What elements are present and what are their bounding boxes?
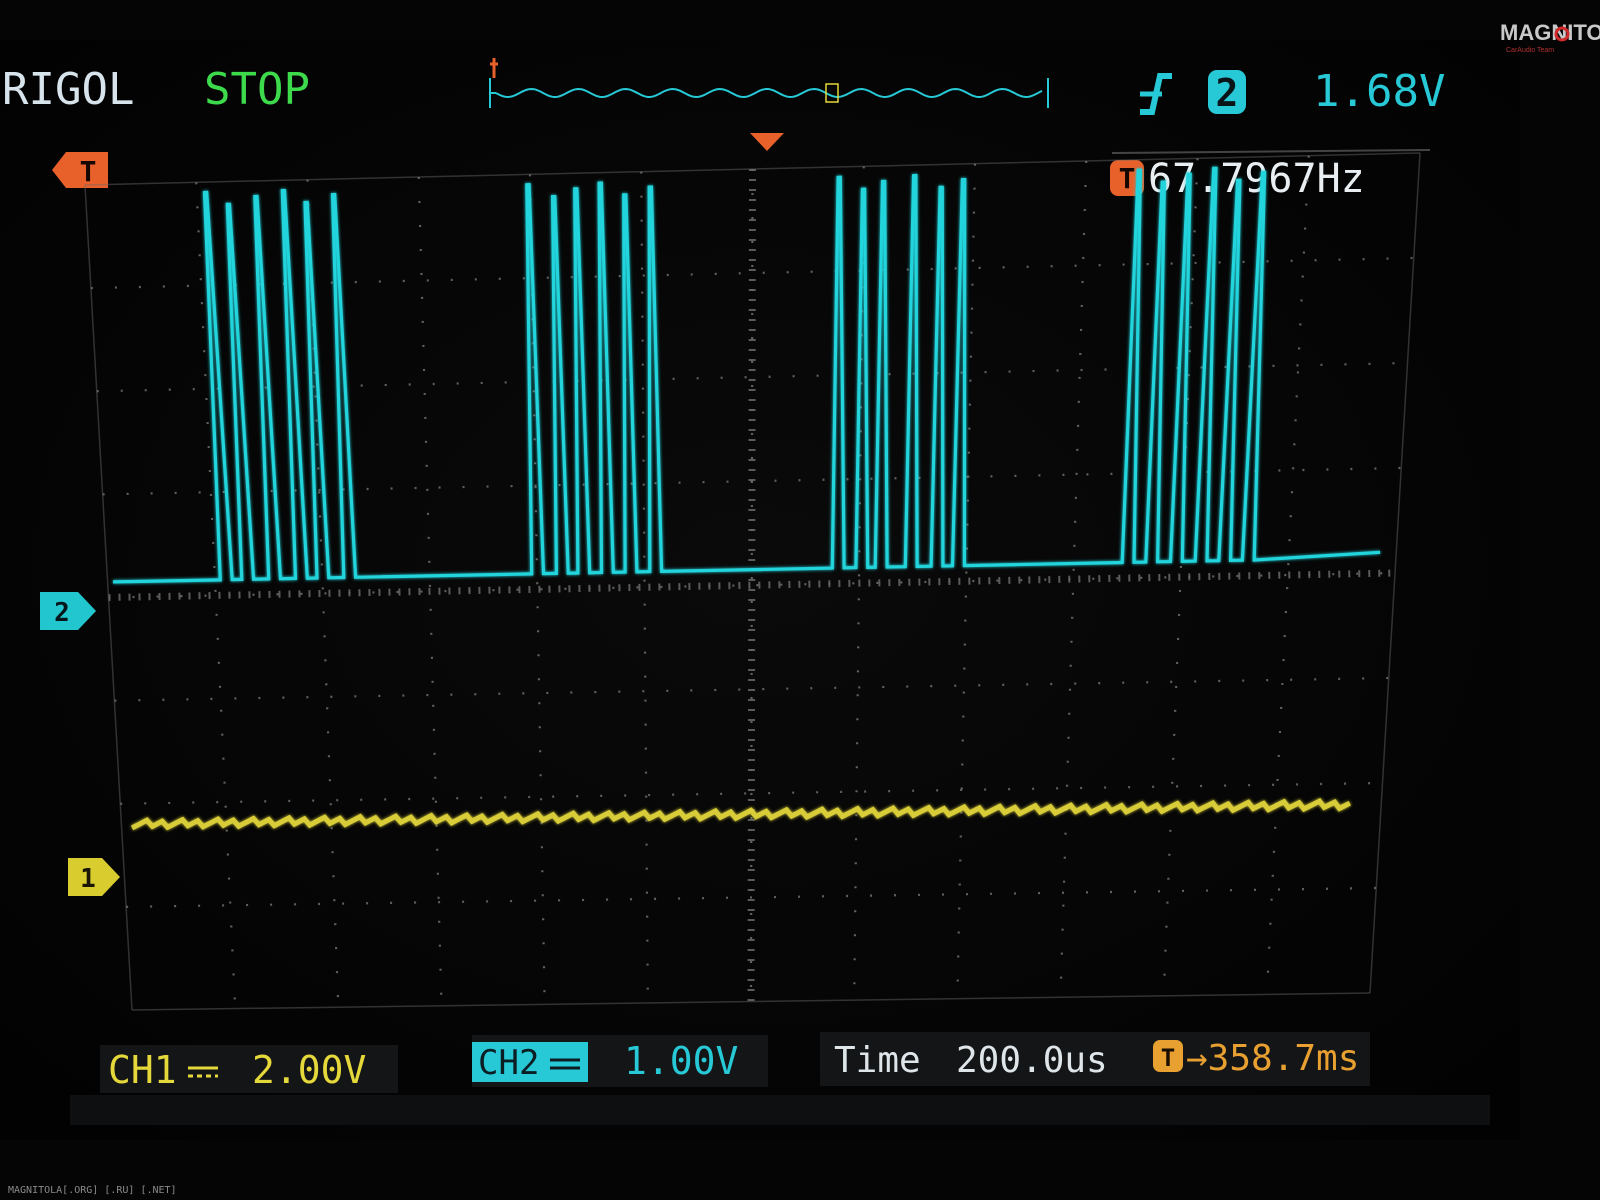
ch1-ground-marker-label: 1 [80,864,96,894]
bottom-bezel [70,1095,1490,1125]
trigger-offset-readout: →358.7ms [1186,1038,1359,1079]
trigger-offset-badge-label: T [1161,1044,1175,1072]
time-label: Time [834,1040,921,1081]
ch2-scale: 1.00V [624,1039,738,1083]
ch1-label[interactable]: CH1 [108,1048,177,1092]
run-state-label[interactable]: STOP [204,64,310,115]
ch1-scale: 2.00V [252,1048,366,1092]
trigger-level-readout: 1.68V [1313,66,1445,117]
measurement-trigger-badge-label: T [1119,162,1136,195]
trigger-source-label: 2 [1216,71,1239,115]
oscilloscope-screen: MAGNITOLA CarAudio Team RIGOL STOP 2 1.6… [0,0,1600,1200]
ch2-ground-marker-label: 2 [54,598,70,628]
ch2-label: CH2 [478,1043,539,1083]
watermark-logo-subtitle: CarAudio Team [1506,47,1554,54]
time-scale[interactable]: 200.0us [956,1040,1108,1081]
footer-watermark: MAGNITOLA[.ORG] [.RU] [.NET] [8,1185,177,1196]
frequency-readout: 67.7967Hz [1148,156,1365,202]
brand-label: RIGOL [2,64,134,115]
watermark-logo: MAGNITOLA [1500,20,1600,45]
trigger-level-marker-label: T [80,155,97,188]
